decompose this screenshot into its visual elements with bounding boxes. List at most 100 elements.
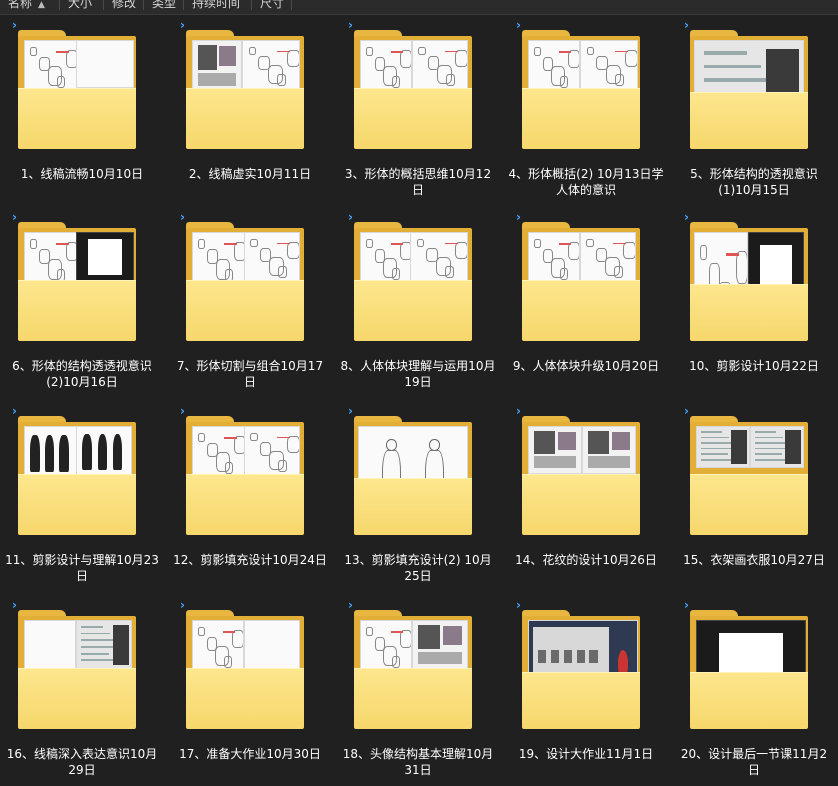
- folder-icon: [522, 610, 640, 730]
- folder-label[interactable]: 5、形体结构的透视意识(1)10月15日: [676, 166, 832, 198]
- column-header-modified[interactable]: 修改: [104, 0, 144, 10]
- folder-item[interactable]: › 1、线稿流畅10月10日: [0, 16, 166, 206]
- folder-icon: [690, 416, 808, 536]
- chevron-right-icon[interactable]: ›: [684, 405, 694, 417]
- column-header-type[interactable]: 类型: [144, 0, 184, 10]
- folder-icon: [18, 222, 136, 342]
- folder-icon: [354, 610, 472, 730]
- folder-icon: [186, 222, 304, 342]
- folder-label[interactable]: 9、人体体块升级10月20日: [508, 358, 664, 374]
- folder-icon: [690, 610, 808, 730]
- chevron-right-icon[interactable]: ›: [12, 405, 22, 417]
- chevron-right-icon[interactable]: ›: [516, 599, 526, 611]
- folder-label[interactable]: 6、形体的结构透透视意识(2)10月16日: [4, 358, 160, 390]
- chevron-right-icon[interactable]: ›: [684, 19, 694, 31]
- folder-item[interactable]: › 16、线稿深入表达意识10月29日: [0, 596, 166, 786]
- folder-item[interactable]: › 11、剪影设计与理解10月23日: [0, 402, 166, 592]
- folder-label[interactable]: 13、剪影填充设计(2) 10月25日: [340, 552, 496, 584]
- folder-label[interactable]: 7、形体切割与组合10月17日: [172, 358, 328, 390]
- folder-label[interactable]: 8、人体体块理解与运用10月19日: [340, 358, 496, 390]
- column-header-duration[interactable]: 持续时间: [184, 0, 252, 10]
- folder-icon: [522, 416, 640, 536]
- folder-item[interactable]: › 2、线稿虚实10月11日: [168, 16, 334, 206]
- folder-icon: [186, 416, 304, 536]
- folder-icon: [18, 30, 136, 150]
- chevron-right-icon[interactable]: ›: [516, 405, 526, 417]
- thumbnail-preview: [244, 426, 300, 476]
- folder-item[interactable]: › 7、形体切割与组合10月17日: [168, 208, 334, 398]
- thumbnail-preview: [192, 232, 246, 286]
- thumbnail-preview: [528, 232, 580, 284]
- thumbnail-preview: [24, 40, 78, 92]
- chevron-right-icon[interactable]: ›: [348, 19, 358, 31]
- thumbnail-preview: [76, 232, 134, 282]
- thumbnail-preview: [192, 620, 244, 672]
- thumbnail-preview: [244, 620, 300, 670]
- column-header-name[interactable]: 名称 ▲: [0, 0, 60, 10]
- chevron-right-icon[interactable]: ›: [12, 19, 22, 31]
- chevron-right-icon[interactable]: ›: [516, 19, 526, 31]
- folder-label[interactable]: 10、剪影设计10月22日: [676, 358, 832, 374]
- chevron-right-icon[interactable]: ›: [12, 599, 22, 611]
- thumbnail-preview: [528, 426, 582, 474]
- folder-item[interactable]: › 3、形体的概括思维10月12日: [336, 16, 502, 206]
- folder-item[interactable]: › 20、设计最后一节课11月2日: [672, 596, 838, 786]
- folder-label[interactable]: 20、设计最后一节课11月2日: [676, 746, 832, 778]
- folder-item[interactable]: › 14、花纹的设计10月26日: [504, 402, 670, 592]
- folder-label[interactable]: 12、剪影填充设计10月24日: [172, 552, 328, 568]
- folder-item[interactable]: › 13、剪影填充设计(2) 10月25日: [336, 402, 502, 592]
- folder-item[interactable]: › 12、剪影填充设计10月24日: [168, 402, 334, 592]
- folder-label[interactable]: 1、线稿流畅10月10日: [4, 166, 160, 182]
- folder-item[interactable]: › 15、衣架画衣服10月27日: [672, 402, 838, 592]
- folder-item[interactable]: › 4、形体概括(2) 10月13日学人体的意识: [504, 16, 670, 206]
- chevron-right-icon[interactable]: ›: [180, 19, 190, 31]
- folder-label[interactable]: 4、形体概括(2) 10月13日学人体的意识: [508, 166, 664, 198]
- folder-item[interactable]: › 18、头像结构基本理解10月31日: [336, 596, 502, 786]
- sort-up-icon: ▲: [38, 0, 45, 10]
- folder-item[interactable]: › 8、人体体块理解与运用10月19日: [336, 208, 502, 398]
- thumbnail-preview: [750, 426, 804, 468]
- thumbnail-preview: [360, 620, 412, 672]
- thumbnail-preview: [76, 426, 132, 476]
- folder-label[interactable]: 2、线稿虚实10月11日: [172, 166, 328, 182]
- chevron-right-icon[interactable]: ›: [684, 599, 694, 611]
- folder-label[interactable]: 15、衣架画衣服10月27日: [676, 552, 832, 568]
- thumbnail-preview: [696, 426, 750, 468]
- folder-label[interactable]: 16、线稿深入表达意识10月29日: [4, 746, 160, 778]
- folder-item[interactable]: › 19、设计大作业11月1日: [504, 596, 670, 786]
- column-header-dimensions[interactable]: 尺寸: [252, 0, 292, 10]
- folder-icon: [186, 30, 304, 150]
- chevron-right-icon[interactable]: ›: [348, 211, 358, 223]
- folder-icon: [690, 222, 808, 342]
- thumbnail-preview: [192, 426, 246, 478]
- chevron-right-icon[interactable]: ›: [348, 599, 358, 611]
- folder-item[interactable]: › 5、形体结构的透视意识(1)10月15日: [672, 16, 838, 206]
- thumbnail-preview: [76, 40, 134, 88]
- chevron-right-icon[interactable]: ›: [180, 599, 190, 611]
- folder-item[interactable]: › 10、剪影设计10月22日: [672, 208, 838, 398]
- chevron-right-icon[interactable]: ›: [180, 405, 190, 417]
- thumbnail-preview: [410, 232, 468, 282]
- folder-icon: [522, 30, 640, 150]
- folder-icon: [354, 30, 472, 150]
- folder-label[interactable]: 11、剪影设计与理解10月23日: [4, 552, 160, 584]
- folder-item[interactable]: › 6、形体的结构透透视意识(2)10月16日: [0, 208, 166, 398]
- thumbnail-preview: [24, 620, 76, 672]
- folder-icon: [690, 30, 808, 150]
- chevron-right-icon[interactable]: ›: [516, 211, 526, 223]
- chevron-right-icon[interactable]: ›: [180, 211, 190, 223]
- folder-label[interactable]: 3、形体的概括思维10月12日: [340, 166, 496, 198]
- chevron-right-icon[interactable]: ›: [684, 211, 694, 223]
- folder-item[interactable]: › 17、准备大作业10月30日: [168, 596, 334, 786]
- folder-item[interactable]: › 9、人体体块升级10月20日: [504, 208, 670, 398]
- thumbnail-preview: [360, 40, 412, 92]
- folder-label[interactable]: 19、设计大作业11月1日: [508, 746, 664, 762]
- chevron-right-icon[interactable]: ›: [348, 405, 358, 417]
- folder-label[interactable]: 17、准备大作业10月30日: [172, 746, 328, 762]
- thumbnail-preview: [412, 620, 468, 670]
- folder-label[interactable]: 14、花纹的设计10月26日: [508, 552, 664, 568]
- thumbnail-preview: [244, 232, 300, 282]
- chevron-right-icon[interactable]: ›: [12, 211, 22, 223]
- folder-label[interactable]: 18、头像结构基本理解10月31日: [340, 746, 496, 778]
- column-header-size[interactable]: 大小: [60, 0, 104, 10]
